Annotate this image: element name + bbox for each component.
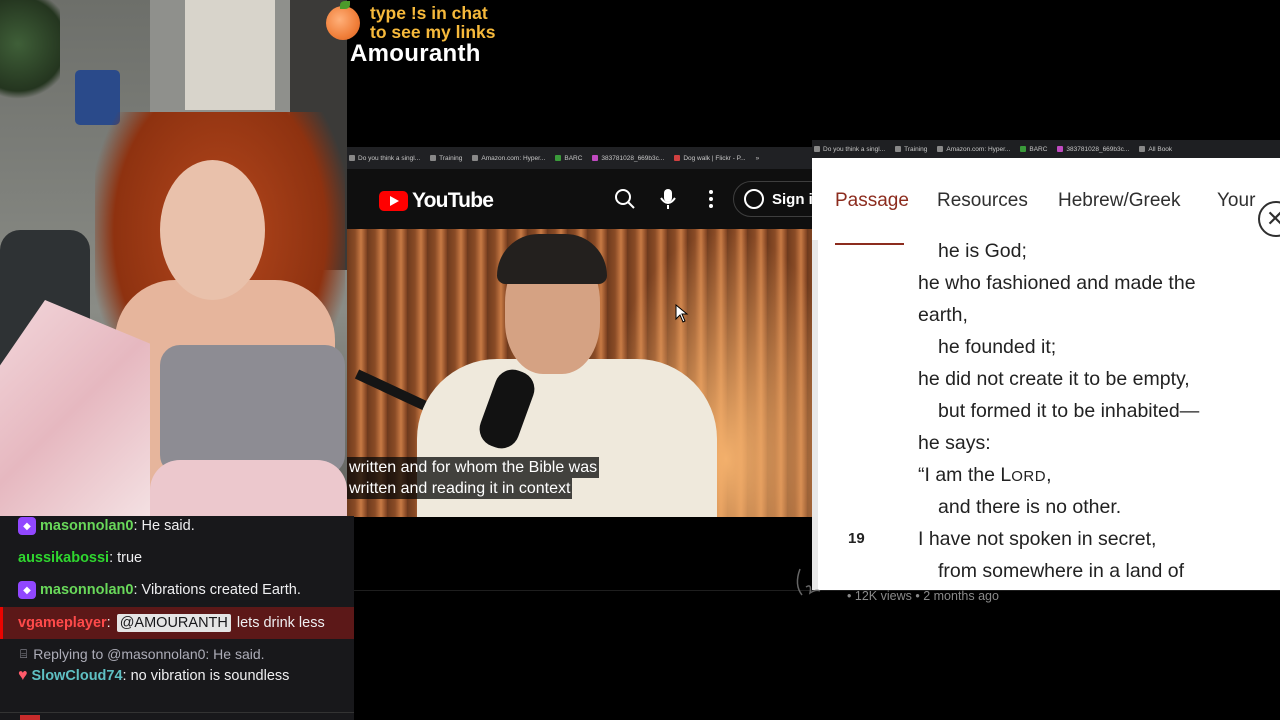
chat-text: Vibrations created Earth. [141,582,301,598]
bookmark-icon [1057,146,1064,152]
verse-line: he did not create it to be empty, [918,368,1190,390]
meta-separator: • [915,589,920,603]
bookmark-item[interactable]: 383781028_669b3c... [592,155,664,162]
bookmarks-bar: Do you think a singl... Training Amazon.… [347,147,812,169]
reply-context-text[interactable]: Replying to @masonnolan0: He said. [33,646,264,662]
chat-message: ♥ SlowCloud74: no vibration is soundless [18,667,290,684]
verse-line: he who fashioned and made the [918,272,1196,294]
bookmark-icon [674,155,681,161]
verse-line: he founded it; [938,336,1057,358]
tab-your[interactable]: Your [1217,190,1255,212]
mention-chip[interactable]: @AMOURANTH [116,614,231,632]
bookmark-icon [1020,146,1027,152]
tab-passage[interactable]: Passage [835,190,909,212]
chat-text: lets drink less [236,615,325,631]
bookmark-icon [1139,146,1146,152]
verse-line: he says: [918,432,991,454]
bookmark-item[interactable]: All Book [1139,146,1172,153]
chat-message: ◆ masonnolan0: Vibrations created Earth. [0,575,354,605]
chat-footer-icon [20,715,40,720]
chat-text: He said. [141,518,195,534]
caption-line-1: written and for whom the Bible was [347,457,600,478]
chat-input-area[interactable] [0,712,354,720]
youtube-header: YouTube Sign i [347,169,812,229]
verse-line: “I am the LORD, [918,464,1052,486]
bookmark-icon [472,155,479,161]
bookmark-icon [555,155,562,161]
chat-username[interactable]: masonnolan0 [40,518,133,534]
account-icon [744,189,764,209]
verse-line: but formed it to be inhabited— [938,400,1200,422]
video-player[interactable]: written and for whom the Bible was writt… [347,229,812,517]
verse-line: and there is no other. [938,496,1122,518]
bookmark-icon [814,146,820,152]
close-icon[interactable]: ✕ [1258,201,1280,237]
chat-username[interactable]: masonnolan0 [40,582,133,598]
sign-in-button[interactable]: Sign i [733,181,812,217]
view-count: 12K views [854,589,912,603]
mouse-cursor-icon [675,304,689,323]
bookmark-item[interactable]: Amazon.com: Hyper... [472,155,545,162]
verse-line: he is God; [938,240,1027,262]
webcam-feed [0,0,347,518]
microphone-icon[interactable] [656,187,680,211]
bookmark-icon [430,155,437,161]
more-bookmarks-icon[interactable]: » [756,155,760,162]
tab-hebrew-greek[interactable]: Hebrew/Greek [1058,190,1181,212]
bookmark-item[interactable]: Dog walk | Flickr - P... [674,155,746,162]
youtube-logo[interactable]: YouTube [379,189,494,213]
video-caption: written and for whom the Bible was writt… [347,457,600,499]
subscriber-badge-icon: ◆ [18,581,36,599]
reply-icon: ⌸ [20,646,28,661]
youtube-play-icon [379,191,408,211]
chat-message: ◆ masonnolan0: He said. [0,516,354,541]
youtube-wordmark: YouTube [412,189,494,212]
bookmark-icon [895,146,902,152]
heart-badge-icon: ♥ [18,667,28,684]
video-meta: • 12K views • 2 months ago [847,589,999,603]
bookmark-item[interactable]: 383781028_669b3c... [1057,146,1129,153]
bookmark-item[interactable]: Do you think a singl... [814,146,885,153]
bookmark-item[interactable]: Training [895,146,927,153]
verse-line: earth, [918,304,968,326]
bookmark-icon [937,146,944,152]
subscriber-badge-icon: ◆ [18,517,36,535]
verse-number: 19 [848,530,865,547]
bookmark-item[interactable]: BARC [555,155,582,162]
bookmark-icon [592,155,599,161]
upload-age: 2 months ago [923,589,999,603]
chat-text: no vibration is soundless [130,668,290,684]
promo-line-1: type !s in chat [370,3,488,23]
promo-text: type !s in chat to see my links [370,4,495,42]
video-watermark [790,565,830,601]
chat-message-highlighted: vgameplayer: @AMOURANTH lets drink less [0,607,354,639]
chat-panel: ◆ masonnolan0: He said. aussikabossi: tr… [0,516,354,720]
peach-icon [326,1,360,40]
bookmark-item[interactable]: Training [430,155,462,162]
chat-username[interactable]: aussikabossi [18,550,109,566]
chat-username[interactable]: SlowCloud74 [32,668,123,684]
stream-overlay: type !s in chat to see my links Amourant… [326,1,526,68]
bookmark-item[interactable]: Do you think a singl... [349,155,420,162]
passage-tabs: Passage Resources Hebrew/Greek Your ✕ [812,158,1280,248]
search-icon[interactable] [613,187,637,211]
meta-separator: • [847,589,852,603]
tab-resources[interactable]: Resources [937,190,1028,212]
verse-line: from somewhere in a land of [938,560,1185,582]
verse-line: I have not spoken in secret, [918,528,1157,550]
chat-text: true [117,550,143,566]
youtube-browser-window: Do you think a singl... Training Amazon.… [347,147,812,517]
bookmark-item[interactable]: Amazon.com: Hyper... [937,146,1010,153]
caption-line-2: written and reading it in context [347,478,573,499]
bookmark-item[interactable]: BARC [1020,146,1047,153]
more-options-icon[interactable] [699,187,723,211]
chat-username[interactable]: vgameplayer [18,615,107,631]
chat-message: aussikabossi: true [18,550,143,566]
bookmarks-bar: Do you think a singl... Training Amazon.… [812,140,1280,158]
sign-in-label: Sign i [772,190,812,208]
passage-text: he is God; he who fashioned and made the… [812,240,1280,591]
streamer-name: Amouranth [350,40,481,67]
bible-browser-window: Do you think a singl... Training Amazon.… [812,140,1280,591]
bookmark-icon [349,155,355,161]
